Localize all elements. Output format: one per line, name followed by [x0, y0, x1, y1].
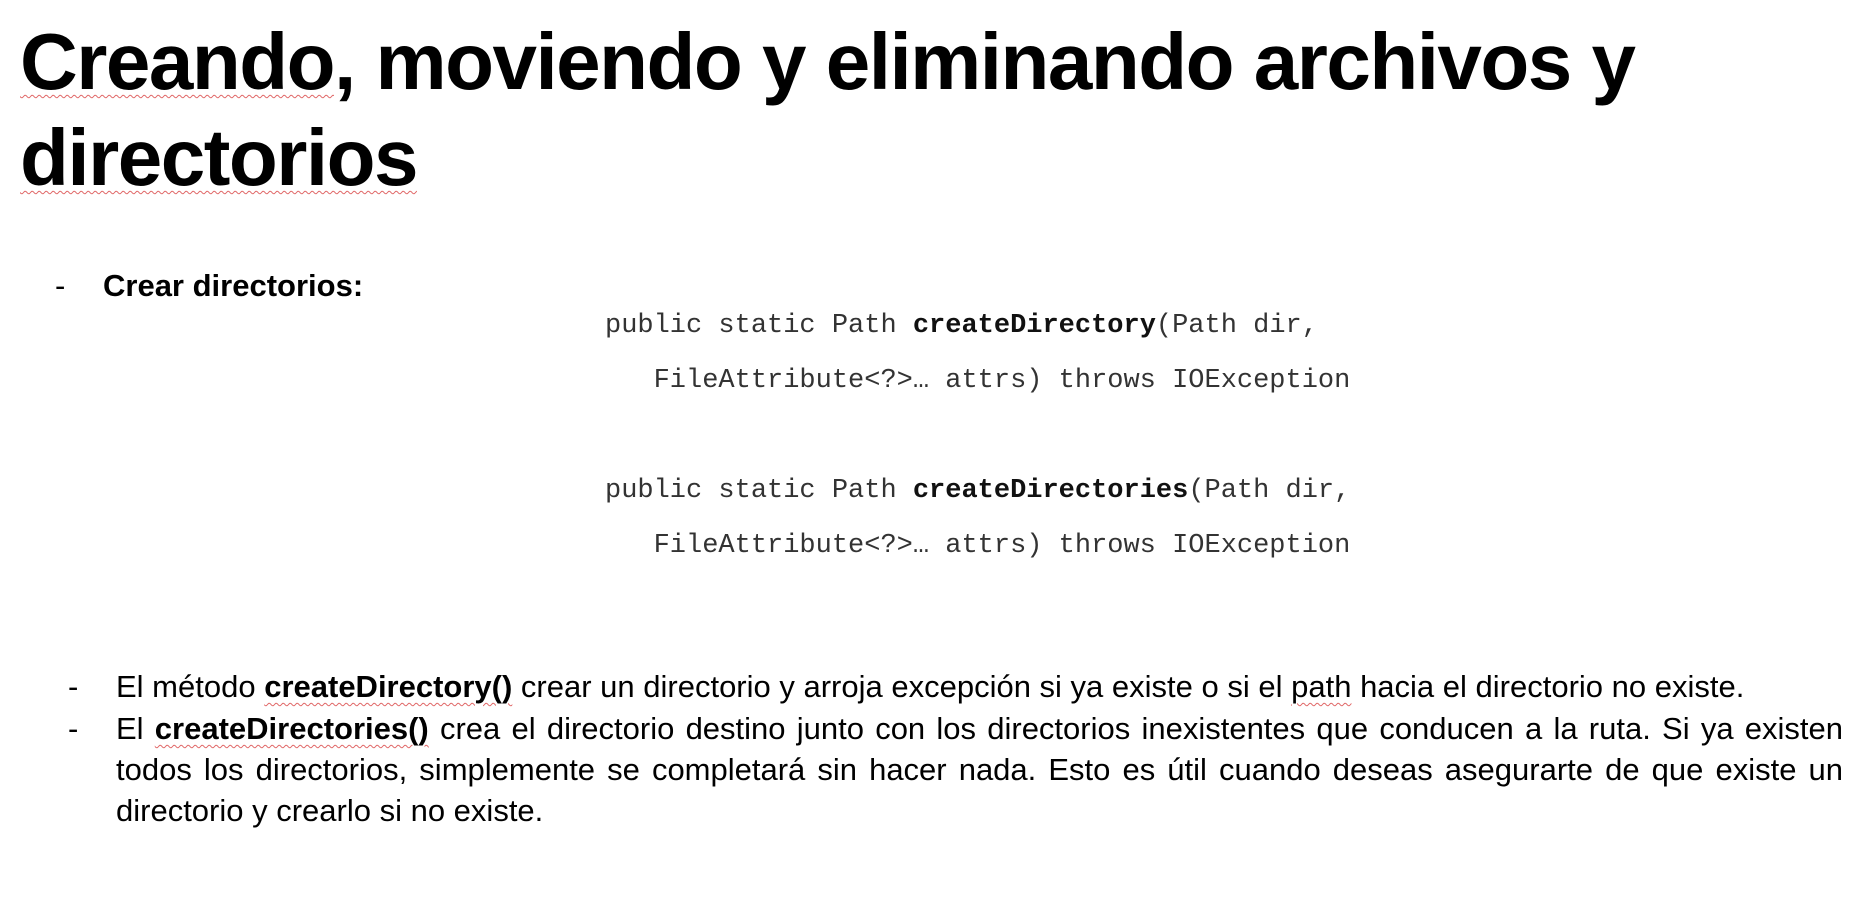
code-signature-create-directory: public static Path createDirectory(Path … — [605, 310, 1318, 342]
path-word: path — [1291, 669, 1352, 704]
list-item: - El método createDirectory() crear un d… — [68, 666, 1843, 707]
title-segment: , moviendo y — [334, 17, 826, 106]
code-sig1-line2: FileAttribute<?>… attrs) throws IOExcept… — [605, 366, 1351, 396]
bullet-dash: - — [68, 711, 79, 746]
bullet-text-pre: El — [116, 711, 155, 746]
code-sig1-method: createDirectory — [912, 311, 1156, 341]
code-sig2-prefix: public static Path — [605, 476, 913, 506]
code-signature-create-directories: public static Path createDirectories(Pat… — [605, 475, 1350, 507]
method-name: createDirectories() — [154, 711, 429, 746]
code-sig1-suffix: (Path dir, — [1155, 311, 1318, 341]
page-title: Creando, moviendo y eliminando archivos … — [20, 14, 1820, 206]
code-sig1-prefix: public static Path — [605, 311, 913, 341]
method-name: createDirectory() — [264, 669, 513, 704]
bullet-dash: - — [68, 669, 79, 704]
bullet-text-post: hacia el directorio no existe. — [1351, 669, 1745, 704]
section-heading: - Crear directorios: — [55, 268, 363, 304]
list-item: - El createDirectories() crea el directo… — [68, 708, 1843, 831]
bullet-text: El método createDirectory() crear un dir… — [116, 666, 1843, 707]
bullet-text-mid: crear un directorio y arroja excepción s… — [512, 669, 1292, 704]
code-sig2-line2: FileAttribute<?>… attrs) throws IOExcept… — [605, 531, 1351, 561]
title-word-creando: Creando — [20, 17, 336, 106]
bullet-text-pre: El método — [116, 669, 265, 704]
title-word-directorios: directorios — [20, 113, 418, 202]
description-list: - El método createDirectory() crear un d… — [68, 666, 1843, 832]
bullet-text: El createDirectories() crea el directori… — [116, 708, 1843, 831]
section-dash: - — [55, 268, 66, 303]
code-sig2-method: createDirectories — [912, 476, 1189, 506]
code-sig2-suffix: (Path dir, — [1188, 476, 1351, 506]
section-heading-text: Crear directorios: — [103, 268, 364, 303]
title-segment-2: eliminando archivos y — [825, 17, 1636, 106]
